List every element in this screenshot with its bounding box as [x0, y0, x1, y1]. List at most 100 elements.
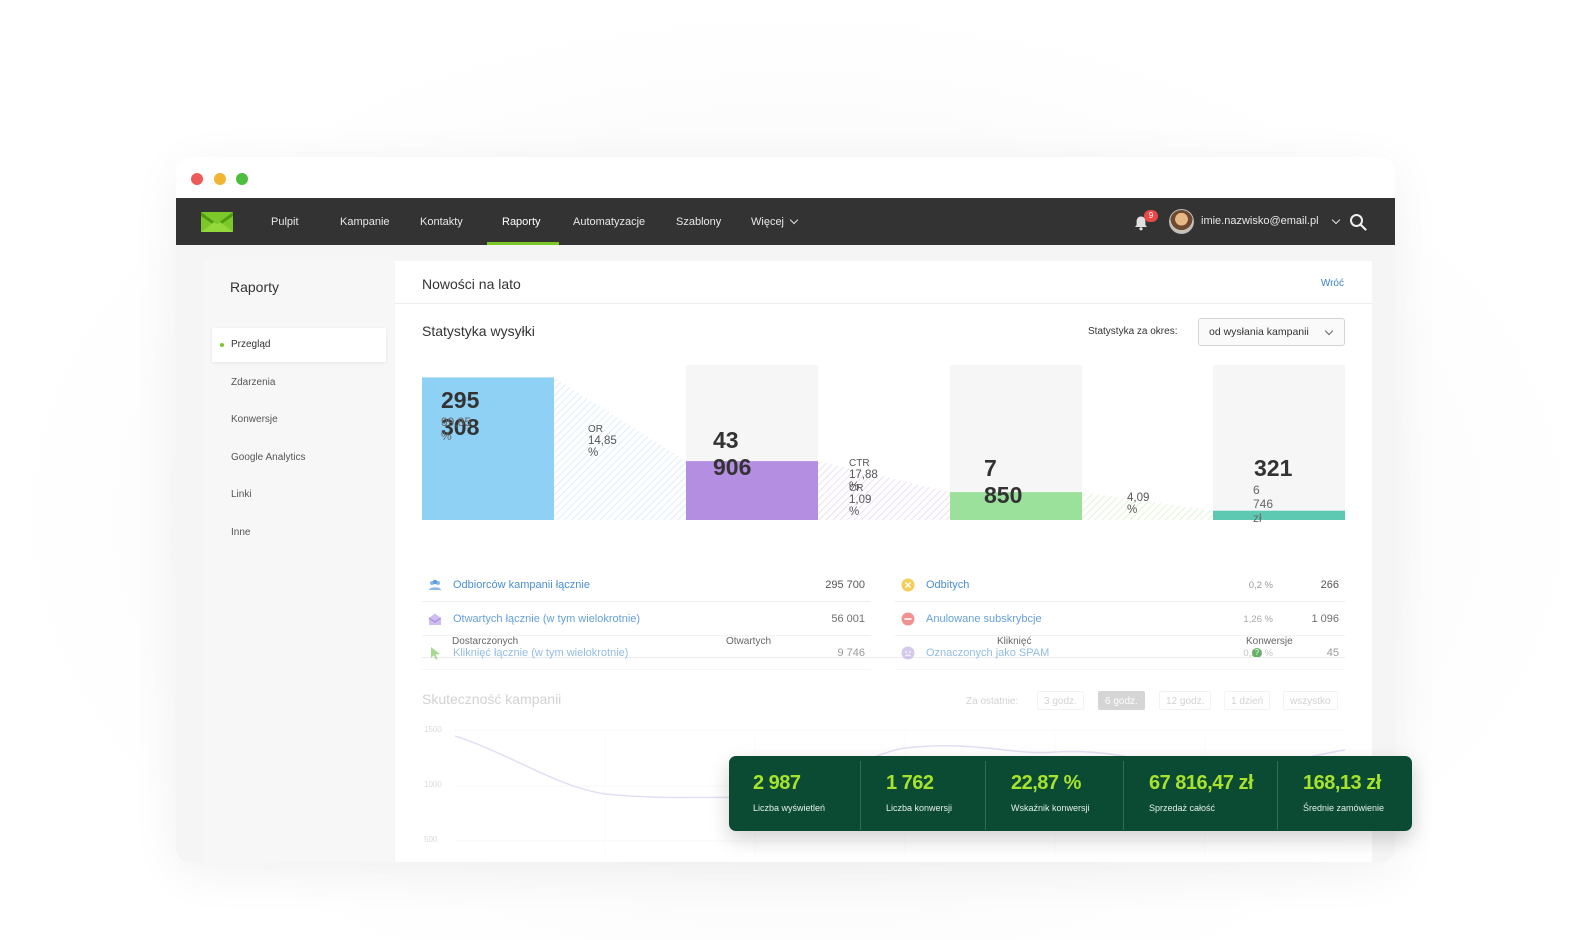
or-rate-value: 14,85 %: [588, 435, 617, 459]
main-header: Nowości na lato Wróć: [395, 261, 1372, 304]
back-link[interactable]: Wróć: [1321, 278, 1344, 289]
range-label: Za ostatnie:: [966, 696, 1019, 707]
clicked-value: 7 850: [984, 455, 1023, 508]
list-item[interactable]: Kliknięć łącznie (w tym wielokrotnie) 9 …: [422, 636, 871, 670]
cr-rate-label: CR: [849, 483, 864, 494]
kpi-label: Liczba konwersji: [886, 803, 953, 813]
conversions-value: 321: [1254, 455, 1293, 481]
sidebar-item-zdarzenia[interactable]: Zdarzenia: [212, 366, 386, 400]
stat-percent: 0,2 %: [1248, 580, 1273, 591]
kpi-conversions: 1 762 Liczba konwersji: [861, 756, 985, 831]
nav-automatyzacje[interactable]: Automatyzacje: [573, 198, 645, 245]
users-icon: [429, 579, 441, 590]
chevron-down-icon: [1324, 326, 1334, 336]
open-envelope-icon: [428, 613, 442, 625]
y-tick: 500: [424, 835, 438, 844]
stat-label: Oznaczonych jako SPAM: [926, 647, 1050, 659]
or-rate-label: OR: [588, 424, 603, 435]
funnel-bg-conversions: [1213, 365, 1345, 520]
conversions-amount: 6 746 zł: [1253, 483, 1274, 525]
chevron-down-icon: [789, 215, 799, 225]
stat-percent: 1,26 %: [1243, 614, 1273, 625]
delivered-percent: 99,85 %: [441, 415, 472, 443]
ctr-rate-label: CTR: [849, 458, 870, 469]
cursor-icon: [431, 647, 440, 660]
kpi-value: 2 987: [753, 772, 801, 794]
nav-kampanie[interactable]: Kampanie: [340, 198, 390, 245]
kpi-label: Wskaźnik konwersji: [1011, 803, 1090, 813]
stat-percent: 0,23 %: [1243, 648, 1273, 659]
list-item[interactable]: Otwartych łącznie (w tym wielokrotnie) 5…: [422, 602, 871, 636]
range-6h-button[interactable]: 6 godz.: [1098, 691, 1145, 710]
list-item[interactable]: Odbitych 0,2 % 266: [895, 568, 1345, 602]
sidebar-item-przeglad[interactable]: Przegląd: [212, 328, 386, 362]
notification-badge: 9: [1144, 210, 1158, 222]
kpi-label: Sprzedaż całość: [1149, 803, 1216, 813]
nav-wiecej-label: Więcej: [751, 216, 785, 228]
kpi-label: Liczba wyświetleń: [753, 803, 826, 813]
nav-szablony[interactable]: Szablony: [676, 198, 721, 245]
kpi-average-order: 168,13 zł Średnie zamówienie: [1278, 756, 1412, 831]
top-navigation: Pulpit Kampanie Kontakty Raporty Automat…: [176, 198, 1395, 245]
logo-envelope-icon[interactable]: [201, 212, 233, 232]
range-all-button[interactable]: wszystko: [1283, 691, 1338, 710]
effectiveness-title: Skuteczność kampanii: [422, 691, 562, 707]
list-item[interactable]: Oznaczonych jako SPAM 0,23 % 45: [895, 636, 1345, 670]
kpi-value: 1 762: [886, 772, 934, 794]
bounce-icon: [901, 578, 915, 592]
nav-wiecej[interactable]: Więcej: [751, 198, 799, 245]
funnel-connector-ctr: [818, 461, 950, 520]
maximize-window-dot[interactable]: [236, 173, 248, 185]
conversion-rate: 4,09 %: [1127, 492, 1150, 516]
user-menu-chevron-icon[interactable]: [1331, 215, 1341, 225]
stat-value: 56 001: [831, 613, 865, 625]
range-1d-button[interactable]: 1 dzień: [1224, 691, 1271, 710]
stage: Pulpit Kampanie Kontakty Raporty Automat…: [0, 0, 1595, 940]
period-select[interactable]: od wysłania kampanii: [1198, 318, 1345, 346]
range-12h-button[interactable]: 12 godz.: [1159, 691, 1212, 710]
spam-icon: [901, 646, 915, 660]
kpi-total-sales: 67 816,47 zł Sprzedaż całość: [1124, 756, 1277, 831]
kpi-value: 22,87 %: [1011, 772, 1081, 794]
nav-pulpit[interactable]: Pulpit: [271, 198, 299, 245]
kpi-conversion-rate: 22,87 % Wskaźnik konwersji: [986, 756, 1123, 831]
sidebar-item-linki[interactable]: Linki: [212, 478, 386, 512]
stat-label: Anulowane subskrybcje: [926, 613, 1042, 625]
stat-value: 1 096: [1311, 613, 1339, 625]
list-item[interactable]: Anulowane subskrybcje 1,26 % 1 096: [895, 602, 1345, 636]
minimize-window-dot[interactable]: [214, 173, 226, 185]
window-titlebar: [176, 157, 1395, 198]
opened-value: 43 906: [713, 427, 752, 480]
search-icon[interactable]: [1349, 213, 1367, 231]
stat-label: Kliknięć łącznie (w tym wielokrotnie): [453, 647, 629, 659]
kpi-value: 67 816,47 zł: [1149, 772, 1254, 794]
sidebar-item-google-analytics[interactable]: Google Analytics: [212, 441, 386, 475]
period-select-value: od wysłania kampanii: [1209, 326, 1309, 338]
nav-kontakty[interactable]: Kontakty: [420, 198, 463, 245]
y-tick: 1000: [424, 780, 442, 789]
list-item[interactable]: Odbiorców kampanii łącznie 295 700: [422, 568, 871, 602]
stat-label: Odbiorców kampanii łącznie: [453, 579, 590, 591]
funnel-bar-opened: [686, 461, 818, 520]
unsubscribe-icon: [901, 612, 915, 626]
stat-value: 266: [1320, 579, 1339, 591]
or-rate: OR 14,85 %: [588, 423, 617, 459]
period-label: Statystyka za okres:: [1088, 326, 1178, 337]
close-window-dot[interactable]: [191, 173, 203, 185]
kpi-label: Średnie zamówienie: [1303, 803, 1385, 813]
sidebar-item-konwersje[interactable]: Konwersje: [212, 403, 386, 437]
section-title: Statystyka wysyłki: [422, 323, 535, 339]
cr-rate-value: 1,09 %: [849, 494, 872, 518]
stat-value: 45: [1326, 647, 1339, 659]
sidebar-title: Raporty: [230, 279, 280, 295]
cr-rate: CR 1,09 %: [849, 482, 871, 518]
page-title: Nowości na lato: [422, 276, 521, 292]
range-3h-button[interactable]: 3 godz.: [1037, 691, 1084, 710]
user-email[interactable]: imie.nazwisko@email.pl: [1201, 198, 1319, 245]
sidebar-item-inne[interactable]: Inne: [212, 516, 386, 550]
funnel-chart: [422, 365, 1345, 520]
avatar[interactable]: [1169, 209, 1194, 234]
nav-raporty[interactable]: Raporty: [502, 198, 541, 245]
stat-value: 9 746: [837, 647, 865, 659]
stat-label: Otwartych łącznie (w tym wielokrotnie): [453, 613, 641, 625]
